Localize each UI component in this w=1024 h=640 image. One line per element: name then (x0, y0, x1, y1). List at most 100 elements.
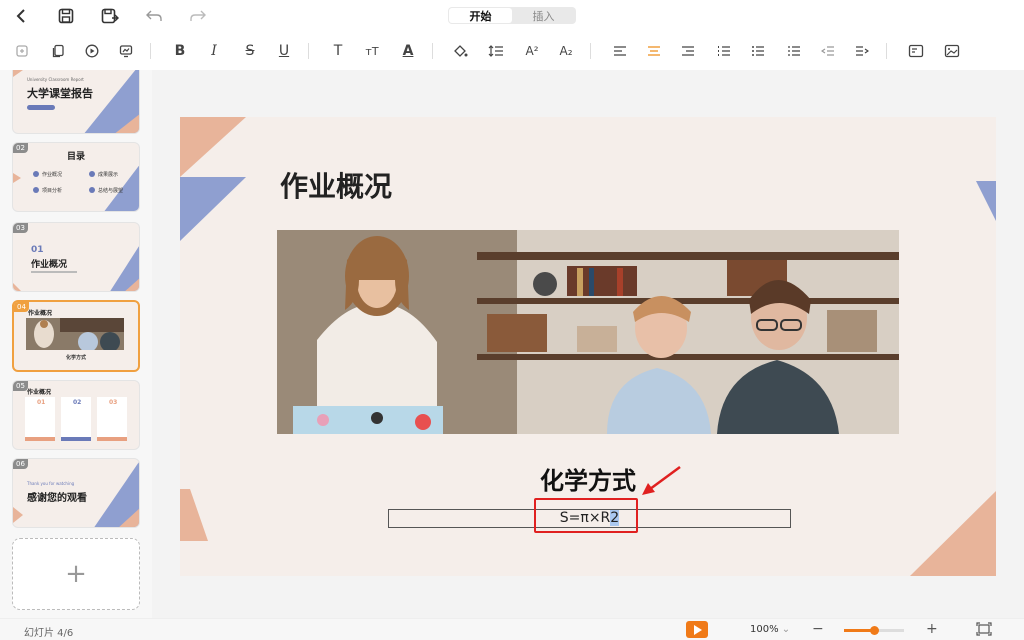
slide-thumbnail-5[interactable]: 05 作业概况 01 02 03 (12, 380, 140, 450)
fit-screen-icon[interactable] (976, 622, 992, 639)
annotation-highlight-box (534, 498, 638, 533)
fill-color-icon[interactable] (448, 39, 472, 63)
align-right-icon[interactable] (676, 39, 700, 63)
align-center-icon[interactable] (642, 39, 666, 63)
text-box-icon[interactable] (904, 39, 928, 63)
underline-icon[interactable]: U (272, 39, 296, 63)
theme-icon[interactable] (114, 39, 138, 63)
status-bar: 幻灯片 4/6 100% ⌄ − + (0, 618, 1024, 640)
play-icon[interactable] (80, 39, 104, 63)
toolbar-divider (886, 43, 887, 59)
numbered-list-icon[interactable] (712, 39, 736, 63)
slide-indicator: 幻灯片 4/6 (24, 628, 74, 639)
slide-canvas[interactable]: 作业概况 化学方式 S=π×R2 (152, 70, 1024, 618)
new-slide-icon[interactable] (10, 39, 34, 63)
thumb-title: 作业概况 (27, 389, 52, 396)
zoom-value: 100% (750, 624, 779, 635)
toolbar-divider (432, 43, 433, 59)
ribbon-tabs: 开始 插入 (448, 7, 576, 24)
zoom-select[interactable]: 100% ⌄ (750, 624, 790, 635)
line-spacing-icon[interactable] (484, 39, 508, 63)
copy-icon[interactable] (46, 39, 70, 63)
thumb-dot (89, 171, 95, 177)
thumb-number: 03 (13, 223, 28, 233)
thumb-number: 05 (13, 381, 28, 391)
play-icon (693, 624, 702, 635)
subscript-icon[interactable]: A₂ (554, 39, 578, 63)
checklist-icon[interactable] (782, 39, 806, 63)
bold-icon[interactable]: B (168, 39, 192, 63)
top-bar: 开始 插入 (0, 0, 1024, 32)
annotation-arrow-icon (642, 465, 681, 495)
font-size-icon[interactable]: T (326, 39, 350, 63)
superscript-icon[interactable]: A² (520, 39, 544, 63)
insert-image-icon[interactable] (940, 39, 964, 63)
thumb-card-bar (61, 437, 91, 441)
toolbar-divider (308, 43, 309, 59)
thumb-title: 作业概况 (28, 310, 53, 317)
save-icon[interactable] (54, 4, 78, 28)
plus-icon: + (65, 559, 87, 589)
bullet-list-icon[interactable] (746, 39, 770, 63)
slide-photo[interactable] (277, 230, 899, 434)
thumb-subtitle: Thank you for watching (27, 481, 75, 486)
slide-thumbnails-panel[interactable]: University Classroom Report 大学课堂报告 02 目录… (0, 70, 152, 618)
thumb-index: 01 (31, 245, 44, 255)
tab-start[interactable]: 开始 (449, 8, 512, 23)
thumb-dot (33, 187, 39, 193)
font-color-icon[interactable]: A (396, 39, 420, 63)
current-slide[interactable]: 作业概况 化学方式 S=π×R2 (180, 117, 996, 576)
save-as-icon[interactable] (98, 4, 122, 28)
play-slideshow-button[interactable] (686, 621, 708, 638)
thumb-item: 总结与展望 (98, 188, 124, 194)
slide-title[interactable]: 作业概况 (280, 165, 392, 205)
slide-thumbnail-3[interactable]: 03 01 作业概况 (12, 222, 140, 292)
decrease-indent-icon[interactable] (816, 39, 840, 63)
thumb-title: 目录 (67, 152, 86, 162)
back-icon[interactable] (10, 4, 34, 28)
chevron-down-icon: ⌄ (781, 624, 791, 635)
zoom-in-button[interactable]: + (926, 621, 938, 637)
tab-insert[interactable]: 插入 (512, 8, 575, 23)
thumb-title: 作业概况 (31, 260, 68, 270)
format-toolbar: B I S U T ᴛT A A² A₂ (0, 36, 1024, 66)
thumb-number: 04 (14, 302, 29, 312)
slide-subtitle[interactable]: 化学方式 (180, 461, 996, 496)
students-photo (277, 230, 899, 434)
thumb-card-num: 03 (109, 399, 118, 406)
slide-thumbnail-2[interactable]: 02 目录 作业概况 成果展示 项目分析 总结与展望 (12, 142, 140, 212)
thumb-item: 项目分析 (42, 188, 63, 194)
zoom-slider-track[interactable] (844, 626, 904, 635)
thumb-dot (89, 187, 95, 193)
thumb-number: 02 (13, 143, 28, 153)
add-slide-button[interactable]: + (12, 538, 140, 610)
strikethrough-icon[interactable]: S (238, 39, 262, 63)
thumb-text-line (31, 271, 77, 273)
thumb-item: 成果展示 (98, 172, 119, 178)
slide-thumbnail-4[interactable]: 04 作业概况 化学方式 (12, 300, 140, 372)
slide-thumbnail-6[interactable]: 06 Thank you for watching 感谢您的观看 (12, 458, 140, 528)
redo-icon[interactable] (186, 4, 210, 28)
increase-indent-icon[interactable] (850, 39, 874, 63)
slide-thumbnail-1[interactable]: University Classroom Report 大学课堂报告 (12, 70, 140, 134)
thumb-caption: 化学方式 (65, 355, 86, 361)
align-left-icon[interactable] (608, 39, 632, 63)
toolbar-divider (150, 43, 151, 59)
thumb-card-bar (97, 437, 127, 441)
thumb-subtitle: University Classroom Report (27, 77, 84, 82)
font-style-icon[interactable]: ᴛT (360, 39, 384, 63)
zoom-out-button[interactable]: − (812, 621, 824, 637)
thumb-card-num: 02 (73, 399, 82, 406)
thumb-pill (27, 105, 55, 110)
thumb-photo (26, 318, 124, 350)
italic-icon[interactable]: I (202, 39, 226, 63)
thumb-number: 06 (13, 459, 28, 469)
thumb-title: 大学课堂报告 (27, 87, 93, 100)
thumb-title: 感谢您的观看 (27, 493, 87, 504)
toolbar-divider (590, 43, 591, 59)
undo-icon[interactable] (142, 4, 166, 28)
thumb-card-bar (25, 437, 55, 441)
zoom-slider-handle[interactable] (869, 626, 879, 635)
thumb-card-num: 01 (37, 399, 46, 406)
thumb-item: 作业概况 (42, 172, 63, 178)
